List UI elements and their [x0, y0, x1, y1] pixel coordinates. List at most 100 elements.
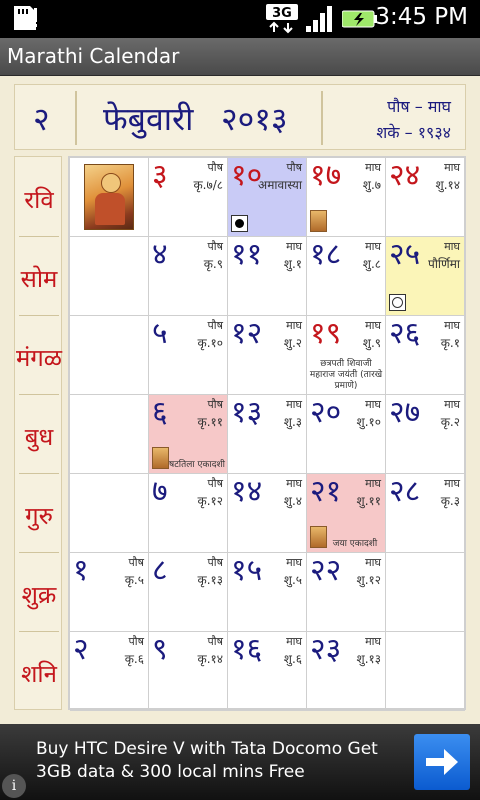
header-divider — [321, 91, 323, 145]
weekday-label: रवि — [24, 186, 54, 214]
tithi-label: कृ.७/८ — [193, 178, 223, 192]
date-cell[interactable]: २ पौष कृ.६ — [70, 632, 149, 711]
ad-text[interactable]: Buy HTC Desire V with Tata Docomo Get 3G… — [36, 738, 398, 784]
date-number: २२ — [310, 553, 342, 588]
month-tag: माघ — [365, 556, 381, 569]
date-cell[interactable]: २२ माघ शु.१२ — [307, 553, 386, 632]
date-cell[interactable]: १६ माघ शु.६ — [228, 632, 307, 711]
date-cell[interactable]: २० माघ शु.१० — [307, 395, 386, 474]
weekday-label: शुक्र — [21, 581, 57, 609]
date-cell[interactable]: १८ माघ शु.८ — [307, 237, 386, 316]
arrow-right-icon — [426, 749, 458, 775]
empty-cell — [386, 553, 465, 632]
month-tag: माघ — [365, 161, 381, 174]
date-cell[interactable]: २४ माघ शु.१४ — [386, 158, 465, 237]
date-number: १८ — [310, 237, 342, 272]
month-tag: माघ — [444, 240, 460, 253]
date-cell[interactable]: १५ माघ शु.५ — [228, 553, 307, 632]
month-tag: माघ — [444, 398, 460, 411]
calendar-header: २ फेबुवारी २०१३ पौष – माघ शके – १९३४ — [14, 84, 466, 150]
date-cell[interactable]: ७ पौष कृ.१२ — [149, 474, 228, 553]
date-cell[interactable]: १९ माघ शु.९ छत्रपती शिवाजी महाराज जयंती (ता… — [307, 316, 386, 395]
weekday-divider — [19, 631, 59, 632]
date-cell[interactable]: १ पौष कृ.५ — [70, 553, 149, 632]
date-cell[interactable]: १४ माघ शु.४ — [228, 474, 307, 553]
date-cell[interactable]: ५ पौष कृ.१० — [149, 316, 228, 395]
date-cell[interactable]: ३ पौष कृ.७/८ — [149, 158, 228, 237]
calendar-grid: ३ पौष कृ.७/८ १० पौष अमावास्या १७ माघ शु.७ २४ माघ शु… — [68, 156, 466, 711]
month-tag: पौष — [207, 240, 223, 253]
date-number: २० — [310, 395, 342, 430]
week-number: २ — [33, 100, 50, 138]
date-number: २१ — [310, 474, 342, 509]
tithi-label: शु.२ — [283, 336, 302, 350]
weekday-divider — [19, 236, 59, 237]
status-bar: 3G 3:45 PM — [0, 0, 480, 38]
month-tag: माघ — [286, 319, 302, 332]
month-tag: पौष — [286, 161, 302, 174]
status-clock: 3:45 PM — [375, 4, 468, 30]
tithi-label: कृ.९ — [203, 257, 223, 271]
date-number: ८ — [152, 553, 168, 588]
deity-thumbnail-icon — [310, 210, 327, 232]
date-cell[interactable]: ४ पौष कृ.९ — [149, 237, 228, 316]
deity-thumbnail-icon — [152, 447, 169, 469]
date-cell[interactable]: २१ माघ शु.११ जया एकादशी — [307, 474, 386, 553]
empty-cell — [70, 395, 149, 474]
ad-arrow-button[interactable] — [414, 734, 470, 790]
battery-charging-icon — [342, 10, 377, 28]
date-cell[interactable]: १० पौष अमावास्या — [228, 158, 307, 237]
date-number: १९ — [310, 316, 342, 351]
signal-strength-icon — [306, 6, 332, 32]
month-tag: पौष — [207, 319, 223, 332]
date-cell[interactable]: ६ पौष कृ.११ षटतिला एकादशी — [149, 395, 228, 474]
tithi-label: कृ.५ — [124, 573, 144, 587]
date-number: ३ — [152, 158, 168, 193]
tithi-label: शु.१ — [283, 257, 302, 271]
date-number: १५ — [231, 553, 263, 588]
tithi-label: शु.६ — [283, 652, 302, 666]
tithi-label: शु.७ — [362, 178, 381, 192]
full-moon-icon — [389, 294, 406, 311]
date-cell[interactable]: २८ माघ कृ.३ — [386, 474, 465, 553]
month-tag: माघ — [286, 477, 302, 490]
tithi-label: कृ.१४ — [197, 652, 223, 666]
empty-cell — [386, 632, 465, 711]
weekday-divider — [19, 473, 59, 474]
shivaji-portrait-icon — [84, 164, 134, 230]
tithi-label: कृ.१३ — [197, 573, 223, 587]
weekday-label: बुध — [24, 423, 54, 451]
date-cell[interactable]: १७ माघ शु.७ — [307, 158, 386, 237]
month-tag: माघ — [286, 635, 302, 648]
tithi-label: कृ.१ — [440, 336, 460, 350]
festival-note: छत्रपती शिवाजी महाराज जयंती (तारखे प्रमा… — [309, 359, 383, 391]
month-tag: माघ — [444, 161, 460, 174]
date-cell[interactable]: १३ माघ शु.३ — [228, 395, 307, 474]
tithi-label: शु.११ — [356, 494, 381, 508]
date-number: १६ — [231, 632, 263, 667]
month-tag: माघ — [286, 556, 302, 569]
ad-banner[interactable]: Buy HTC Desire V with Tata Docomo Get 3G… — [0, 724, 480, 800]
date-cell[interactable]: १२ माघ शु.२ — [228, 316, 307, 395]
hindu-month-label: पौष – माघ — [387, 97, 451, 116]
date-number: २५ — [389, 237, 421, 272]
festival-note: षटतिला एकादशी — [169, 460, 225, 470]
date-cell[interactable]: ११ माघ शु.१ — [228, 237, 307, 316]
deity-thumbnail-icon — [310, 526, 327, 548]
month-tag: पौष — [207, 477, 223, 490]
date-cell[interactable]: २५ माघ पौर्णिमा — [386, 237, 465, 316]
date-cell[interactable]: २६ माघ कृ.१ — [386, 316, 465, 395]
date-cell[interactable]: ८ पौष कृ.१३ — [149, 553, 228, 632]
festival-note: जया एकादशी — [332, 539, 378, 549]
portrait-cell — [70, 158, 149, 237]
app-title: Marathi Calendar — [7, 44, 180, 68]
weekday-label: सोम — [20, 265, 58, 293]
tithi-label: कृ.२ — [440, 415, 460, 429]
tithi-label: कृ.१२ — [197, 494, 223, 508]
date-cell[interactable]: २३ माघ शु.१३ — [307, 632, 386, 711]
date-number: १३ — [231, 395, 263, 430]
date-cell[interactable]: ९ पौष कृ.१४ — [149, 632, 228, 711]
date-cell[interactable]: २७ माघ कृ.२ — [386, 395, 465, 474]
ad-info-icon[interactable]: i — [2, 774, 26, 798]
date-number: २८ — [389, 474, 421, 509]
